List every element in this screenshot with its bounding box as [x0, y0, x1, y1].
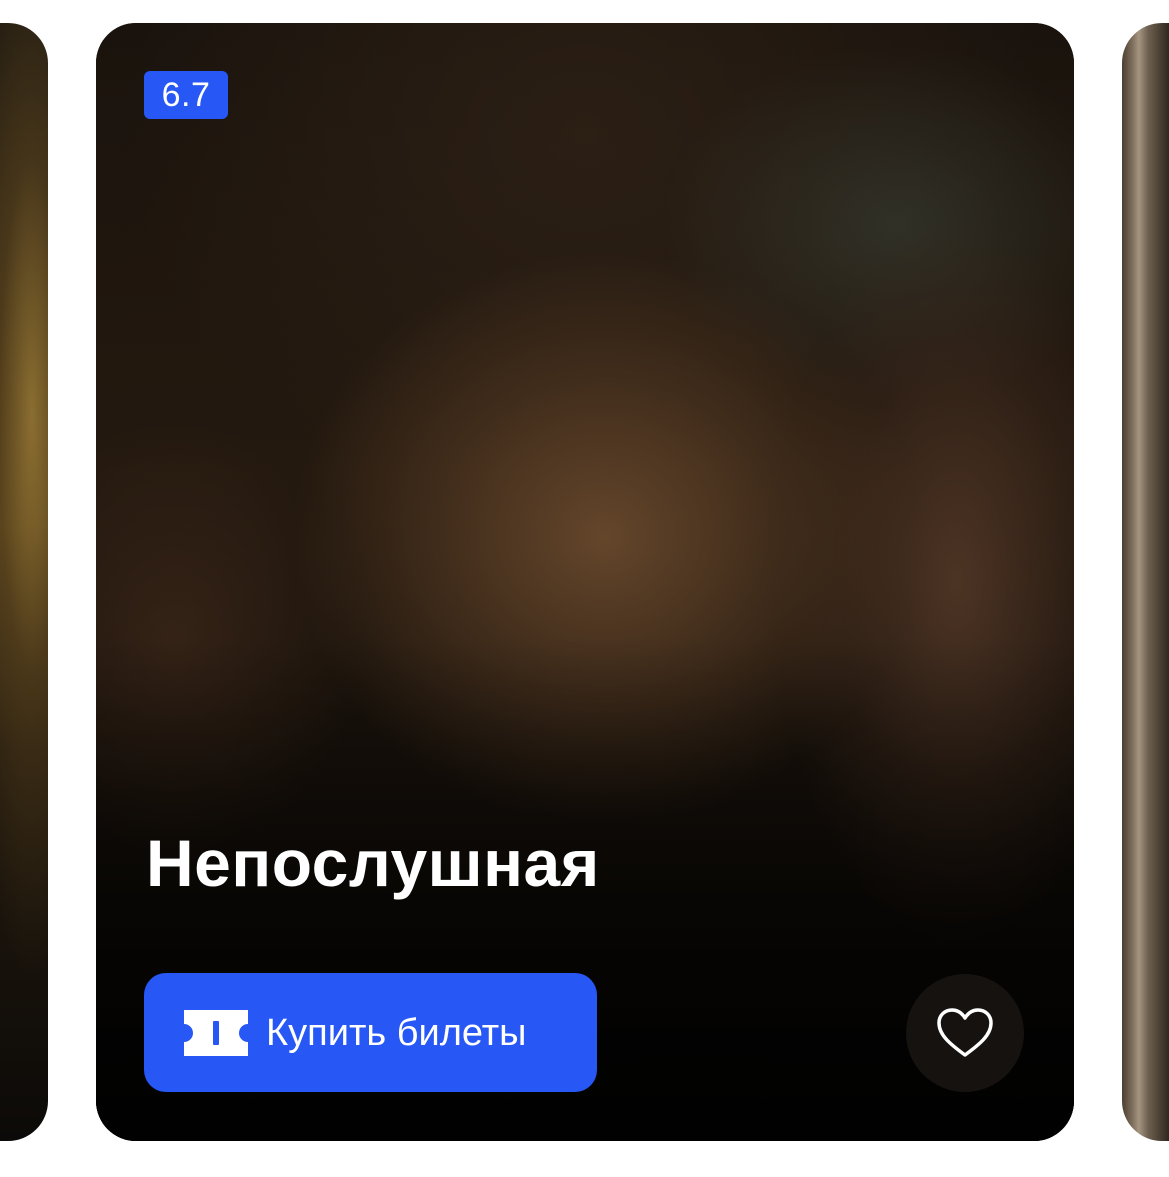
buy-tickets-label: Купить билеты — [266, 1011, 527, 1054]
buy-tickets-button[interactable]: Купить билеты — [144, 973, 597, 1092]
movie-carousel: 6.7 Непослушная Купить билеты — [0, 0, 1169, 1177]
previous-movie-card[interactable] — [0, 23, 48, 1141]
favorite-button[interactable] — [906, 974, 1024, 1092]
next-movie-card[interactable] — [1122, 23, 1169, 1141]
movie-title: Непослушная — [146, 826, 600, 900]
movie-card[interactable]: 6.7 Непослушная Купить билеты — [96, 23, 1074, 1141]
rating-badge: 6.7 — [144, 71, 228, 119]
ticket-icon — [184, 1009, 248, 1056]
heart-outline-icon — [937, 1008, 993, 1057]
